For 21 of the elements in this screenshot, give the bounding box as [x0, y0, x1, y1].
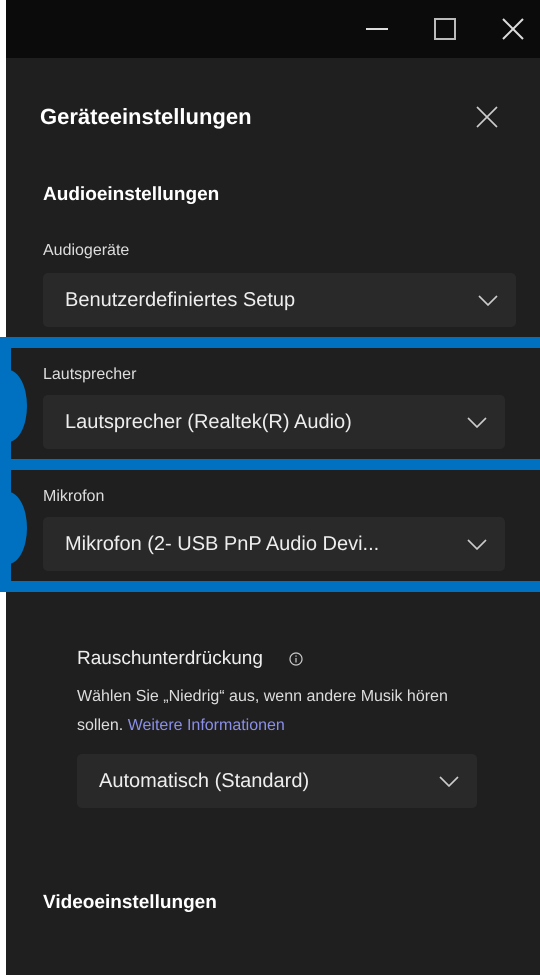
info-icon[interactable] — [288, 652, 303, 666]
section-heading: Audioeinstellungen — [42, 183, 220, 206]
description-text: Wählen Sie „Niedrig“ aus, wenn andere Musik hören sollen. Weitere Informationen — [77, 687, 449, 736]
chevron-down-icon — [467, 416, 487, 428]
device-dropdown[interactable]: Lautsprecher (Realtek(R) Audio) — [43, 395, 505, 449]
chevron-down-icon — [478, 294, 498, 306]
field-label: Lautsprecher — [43, 366, 138, 384]
close-icon[interactable] — [476, 106, 498, 128]
learn-more-link[interactable]: Weitere Informationen — [128, 717, 285, 734]
noise-dropdown[interactable]: Automatisch (Standard) — [77, 754, 477, 808]
field-label: Audiogeräte — [43, 242, 130, 260]
field-label: Mikrofon — [43, 488, 106, 506]
chevron-down-icon — [439, 776, 459, 786]
section-heading: Videoeinstellungen — [42, 891, 218, 914]
device-dropdown[interactable]: Benutzerdefiniertes Setup — [43, 273, 516, 327]
setting-label: Rauschunterdrückung — [77, 648, 263, 670]
maximize-icon[interactable] — [434, 18, 456, 40]
close-icon[interactable] — [502, 18, 524, 40]
device-dropdown[interactable]: Mikrofon (2- USB PnP Audio Devi... — [43, 517, 505, 571]
panel-title: Geräteeinstellungen — [40, 104, 252, 130]
chevron-down-icon — [467, 538, 487, 550]
